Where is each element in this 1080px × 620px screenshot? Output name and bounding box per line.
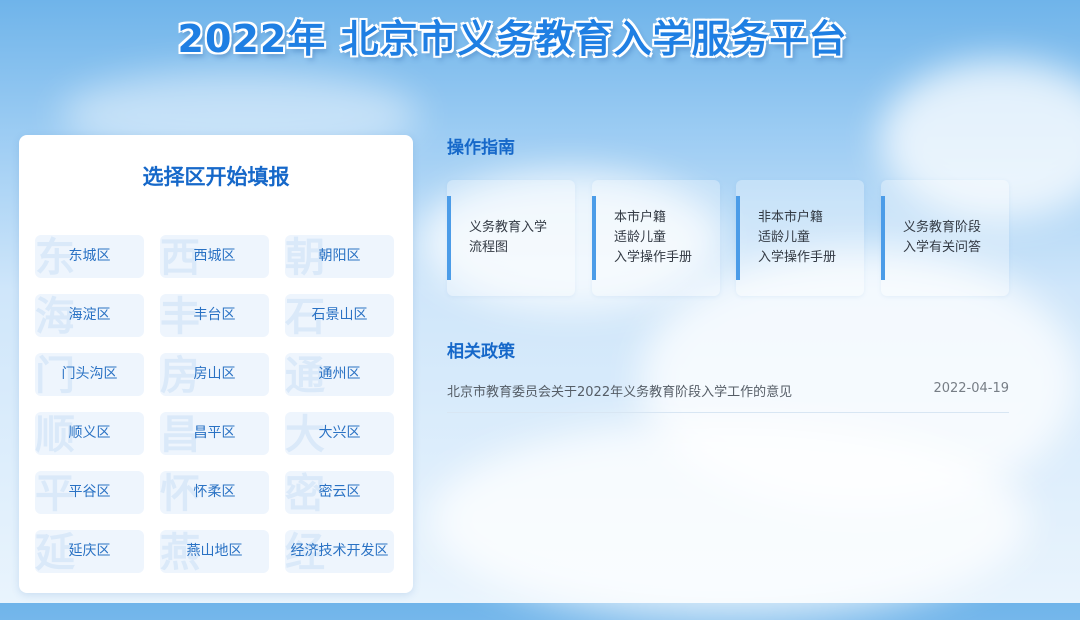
policy-date: 2022-04-19	[933, 381, 1009, 396]
card-line: 入学操作手册	[614, 250, 693, 265]
cloud-decoration	[430, 420, 1030, 620]
district-button-yanqing[interactable]: 延延庆区	[35, 530, 144, 573]
guide-cards: 义务教育入学 流程图 本市户籍 适龄儿童 入学操作手册 非本市户籍 适龄儿童 入…	[447, 180, 1009, 296]
card-line: 流程图	[469, 240, 509, 255]
card-line: 适龄儿童	[614, 230, 667, 245]
card-line: 入学有关问答	[903, 240, 982, 255]
district-label: 石景山区	[311, 307, 368, 323]
district-label: 延庆区	[68, 543, 111, 559]
card-text: 义务教育入学 流程图	[469, 180, 547, 296]
district-label: 丰台区	[193, 307, 236, 323]
district-label: 门头沟区	[61, 366, 118, 382]
district-label: 昌平区	[193, 425, 236, 441]
policy-list-item[interactable]: 北京市教育委员会关于2022年义务教育阶段入学工作的意见 2022-04-19	[447, 372, 1009, 413]
district-button-shunyi[interactable]: 顺顺义区	[35, 412, 144, 455]
district-label: 怀柔区	[193, 484, 236, 500]
district-label: 房山区	[193, 366, 236, 382]
card-line: 适龄儿童	[758, 230, 811, 245]
district-button-fengtai[interactable]: 丰丰台区	[160, 294, 269, 337]
guide-heading: 操作指南	[447, 138, 515, 158]
card-text: 非本市户籍 适龄儿童 入学操作手册	[758, 180, 836, 296]
policy-title-link[interactable]: 北京市教育委员会关于2022年义务教育阶段入学工作的意见	[447, 381, 792, 400]
district-panel: 选择区开始填报 东东城区 西西城区 朝朝阳区 海海淀区 丰丰台区 石石景山区 门…	[19, 135, 413, 593]
district-button-mentougou[interactable]: 门门头沟区	[35, 353, 144, 396]
panel-title: 选择区开始填报	[142, 164, 290, 189]
district-label: 平谷区	[68, 484, 111, 500]
district-label: 经济技术开发区	[290, 543, 389, 559]
district-grid: 东东城区 西西城区 朝朝阳区 海海淀区 丰丰台区 石石景山区 门门头沟区 房房山…	[35, 235, 397, 573]
guide-card-enrollment-flowchart[interactable]: 义务教育入学 流程图	[447, 180, 575, 296]
district-button-yanshan[interactable]: 燕燕山地区	[160, 530, 269, 573]
site-title: 2022年 北京市义务教育入学服务平台	[177, 17, 848, 61]
district-label: 大兴区	[318, 425, 361, 441]
district-label: 密云区	[318, 484, 361, 500]
policy-heading: 相关政策	[447, 342, 515, 362]
district-button-miyun[interactable]: 密密云区	[285, 471, 394, 514]
guide-card-faq[interactable]: 义务教育阶段 入学有关问答	[881, 180, 1009, 296]
guide-card-nonlocal-handbook[interactable]: 非本市户籍 适龄儿童 入学操作手册	[736, 180, 864, 296]
district-button-shijingshan[interactable]: 石石景山区	[285, 294, 394, 337]
district-label: 西城区	[193, 248, 236, 264]
district-button-xicheng[interactable]: 西西城区	[160, 235, 269, 278]
card-line: 本市户籍	[614, 210, 667, 225]
district-button-etdz[interactable]: 经经济技术开发区	[285, 530, 394, 573]
district-label: 东城区	[68, 248, 111, 264]
district-button-pinggu[interactable]: 平平谷区	[35, 471, 144, 514]
district-button-haidian[interactable]: 海海淀区	[35, 294, 144, 337]
district-label: 顺义区	[68, 425, 111, 441]
district-button-daxing[interactable]: 大大兴区	[285, 412, 394, 455]
district-label: 通州区	[318, 366, 361, 382]
card-accent-bar	[447, 196, 451, 280]
card-accent-bar	[881, 196, 885, 280]
district-button-tongzhou[interactable]: 通通州区	[285, 353, 394, 396]
card-line: 义务教育入学	[469, 220, 548, 235]
card-text: 本市户籍 适龄儿童 入学操作手册	[614, 180, 692, 296]
district-label: 朝阳区	[318, 248, 361, 264]
district-button-dongcheng[interactable]: 东东城区	[35, 235, 144, 278]
district-label: 燕山地区	[186, 543, 243, 559]
card-line: 入学操作手册	[758, 250, 837, 265]
card-accent-bar	[736, 196, 740, 280]
guide-card-local-handbook[interactable]: 本市户籍 适龄儿童 入学操作手册	[592, 180, 720, 296]
district-label: 海淀区	[68, 307, 111, 323]
district-button-chaoyang[interactable]: 朝朝阳区	[285, 235, 394, 278]
district-button-changping[interactable]: 昌昌平区	[160, 412, 269, 455]
district-button-huairou[interactable]: 怀怀柔区	[160, 471, 269, 514]
card-text: 义务教育阶段 入学有关问答	[903, 180, 981, 296]
card-line: 非本市户籍	[758, 210, 824, 225]
district-button-fangshan[interactable]: 房房山区	[160, 353, 269, 396]
card-accent-bar	[592, 196, 596, 280]
card-line: 义务教育阶段	[903, 220, 982, 235]
